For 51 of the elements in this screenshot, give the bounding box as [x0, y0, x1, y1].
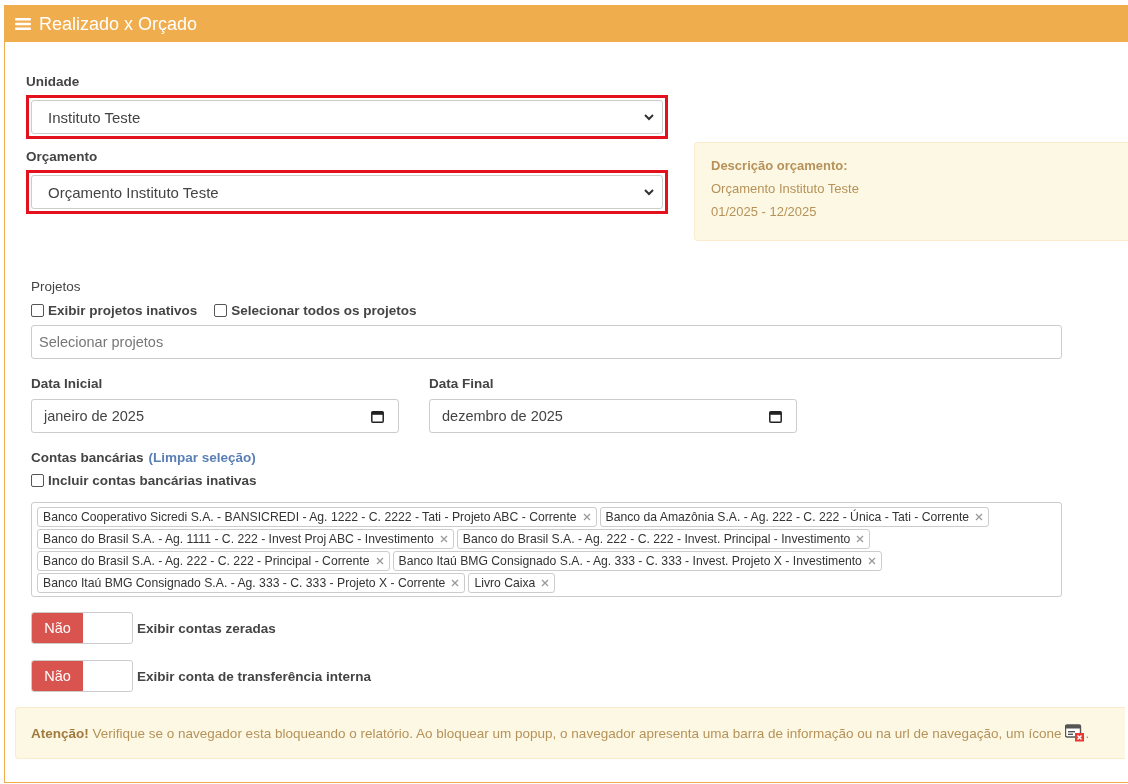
field-label: Data Inicial — [31, 376, 103, 391]
account-tag: Banco do Brasil S.A. - Ag. 222 - C. 222 - Invest. Principal - Investimento — [456, 529, 871, 549]
remove-icon[interactable] — [867, 557, 876, 565]
remove-icon[interactable] — [451, 579, 460, 587]
chevron-down-icon — [644, 188, 654, 196]
account-tag: Banco do Brasil S.A. - Ag. 222 - C. 222 - Principal - Corrente — [37, 551, 390, 571]
select-dropdown[interactable]: Instituto Teste — [31, 100, 663, 134]
description-line: 01/2025 - 12/2025 — [711, 204, 818, 219]
calendar-icon — [371, 409, 384, 423]
date-input-field[interactable]: dezembro de 2025 — [429, 399, 797, 433]
field-label: Projetos — [31, 279, 81, 294]
account-tag: Banco do Brasil S.A. - Ag. 1111 - C. 222 - Invest Proj ABC - Investimento — [37, 529, 454, 549]
checkbox[interactable] — [31, 474, 44, 487]
toggle-label: Exibir contas zeradas — [137, 620, 276, 636]
account-tag: Banco Itaú BMG Consignado S.A. - Ag. 333 - C. 333 - Invest. Projeto X - Investimento — [392, 551, 882, 571]
bank-accounts-multiselect[interactable] — [31, 502, 1062, 597]
toggle-switch[interactable]: Não — [31, 660, 133, 692]
calendar-icon — [769, 409, 782, 423]
blocked-popup-icon — [1065, 724, 1086, 742]
account-tag: Banco Cooperativo Sicredi S.A. - BANSICREDI - Ag. 1222 - C. 2222 - Tati - Projeto ABC - Corrente — [37, 507, 597, 527]
remove-icon[interactable] — [375, 557, 384, 565]
description-title: Descrição orçamento: — [711, 158, 849, 173]
panel-title: Realizado x Orçado — [39, 13, 198, 35]
field-label: Orçamento — [26, 149, 98, 164]
field-label: Contas bancárias — [31, 450, 144, 465]
clear-selection-link[interactable]: (Limpar seleção) — [148, 450, 256, 465]
field-label: Unidade — [26, 74, 80, 89]
remove-icon[interactable] — [541, 579, 550, 587]
chevron-down-icon — [644, 113, 654, 121]
account-tag: Livro Caixa — [468, 573, 556, 593]
checkbox[interactable] — [214, 304, 228, 317]
alert-message: Atenção! Verifique se o navegador esta bloqueando o relatório. Ao bloquear um popup, o navegador apresenta uma barra de informação ou na url de navegação, um ícone — [31, 725, 1062, 741]
date-input-field[interactable]: janeiro de 2025 — [31, 399, 399, 433]
menu-icon[interactable] — [15, 17, 31, 31]
checkbox-label: Selecionar todos os projetos — [231, 303, 417, 318]
toggle-switch[interactable]: Não — [31, 612, 133, 644]
remove-icon[interactable] — [975, 513, 984, 521]
field-label: Data Final — [429, 376, 494, 391]
checkbox-label: Exibir projetos inativos — [48, 303, 198, 318]
projects-input-field[interactable]: Selecionar projetos — [31, 325, 1062, 359]
remove-icon[interactable] — [856, 535, 865, 543]
remove-icon[interactable] — [582, 513, 591, 521]
select-dropdown[interactable]: Orçamento Instituto Teste — [31, 175, 663, 209]
checkbox[interactable] — [31, 304, 44, 317]
description-line: Orçamento Instituto Teste — [711, 181, 860, 196]
account-tag: Banco Itaú BMG Consignado S.A. - Ag. 333 - C. 333 - Projeto X - Corrente — [37, 573, 466, 593]
toggle-label: Exibir conta de transferência interna — [137, 668, 372, 684]
remove-icon[interactable] — [439, 535, 448, 543]
alert-period: . — [1085, 725, 1090, 741]
checkbox-label: Incluir contas bancárias inativas — [48, 473, 257, 488]
account-tag: Banco da Amazônia S.A. - Ag. 222 - C. 222 - Única - Tati - Corrente — [599, 507, 990, 527]
